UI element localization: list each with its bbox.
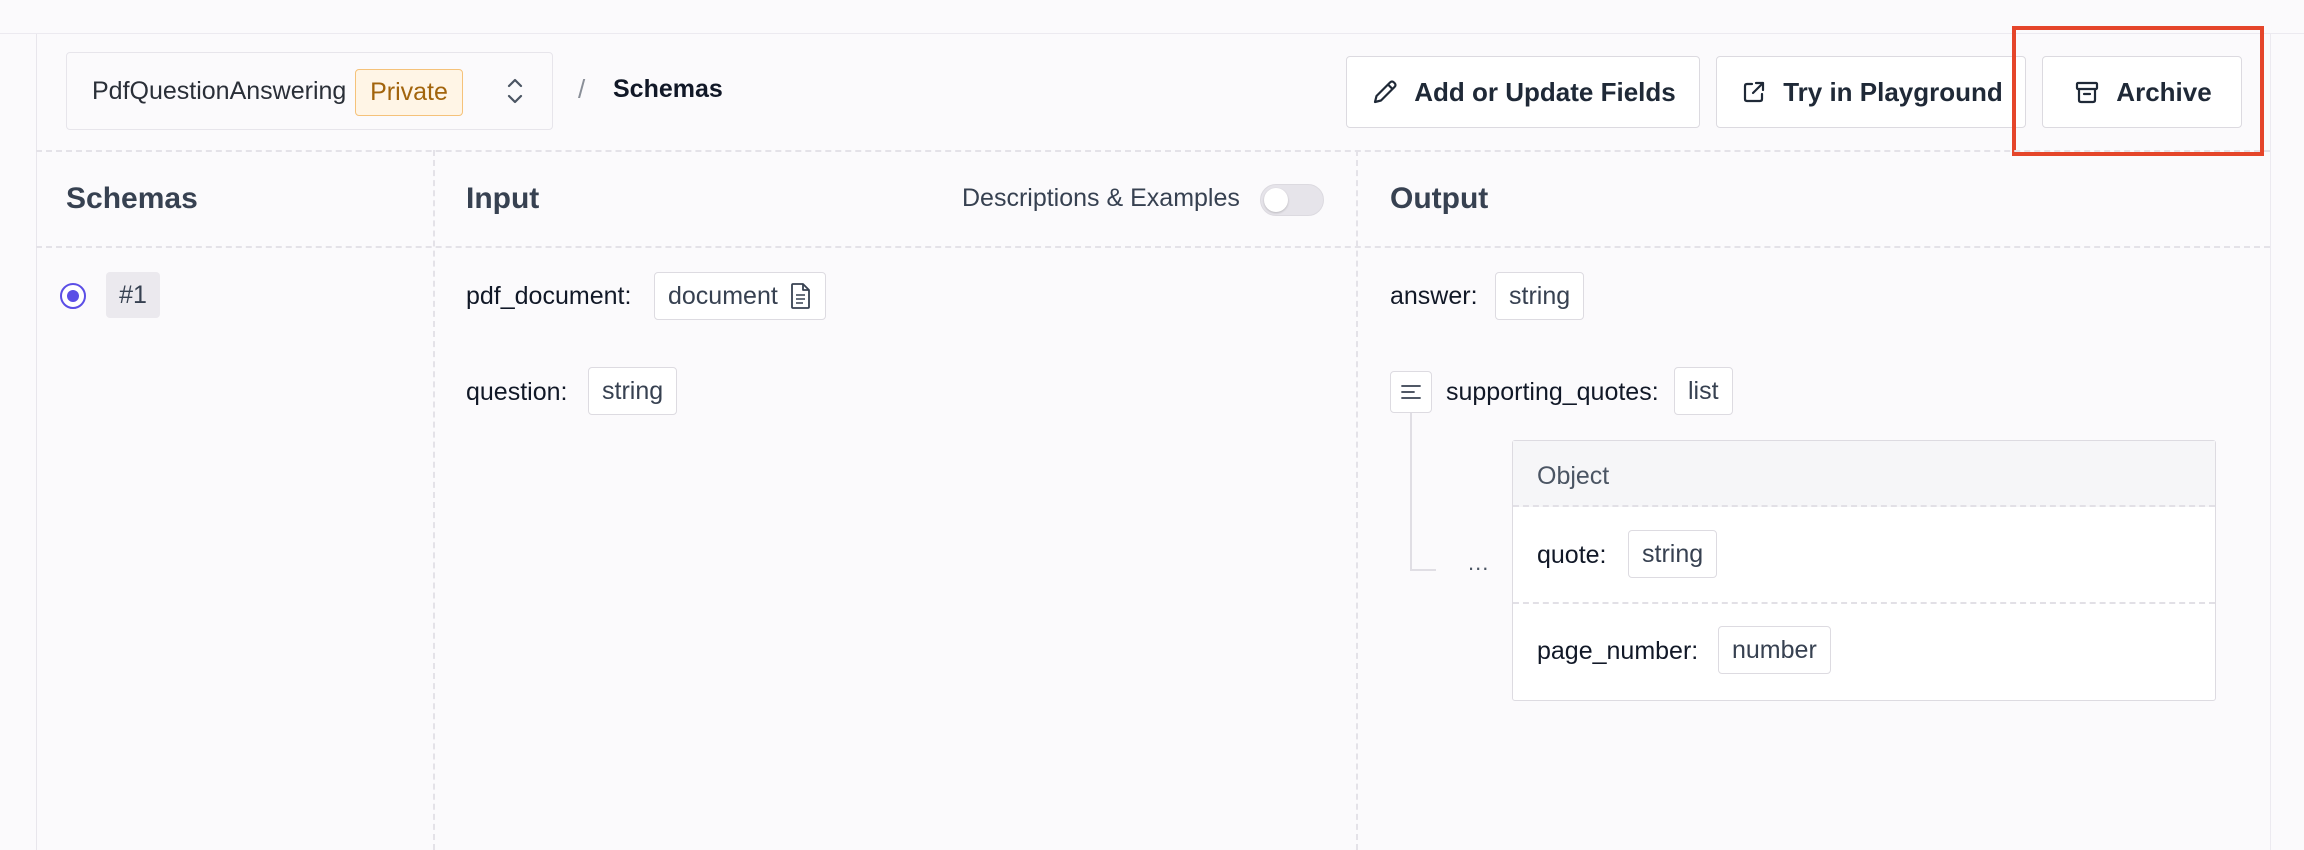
type-label: document — [668, 281, 778, 310]
object-header: Object — [1513, 441, 2215, 507]
schema-radio[interactable] — [60, 283, 86, 309]
archive-label: Archive — [2116, 76, 2212, 107]
list-item-marker: ... — [1468, 550, 1490, 575]
field-name: pdf_document: — [466, 282, 632, 310]
type-label: string — [1509, 281, 1571, 310]
field-name: question: — [466, 378, 568, 406]
input-panel-title: Input — [466, 182, 540, 215]
list-icon — [1401, 385, 1421, 399]
toggle-knob — [1264, 188, 1288, 212]
pencil-icon — [1374, 80, 1397, 104]
type-chip: string — [588, 367, 678, 415]
schemas-panel-title: Schemas — [66, 182, 198, 215]
right-rail — [2270, 34, 2271, 850]
tree-connector-vertical — [1410, 413, 1412, 569]
left-rail — [36, 34, 37, 850]
type-chip: document — [654, 272, 826, 320]
type-chip: number — [1718, 626, 1831, 674]
try-in-playground-label: Try in Playground — [1783, 76, 2003, 107]
breadcrumb-separator: / — [578, 74, 586, 104]
type-label: number — [1732, 635, 1817, 664]
type-chip: string — [1628, 530, 1718, 578]
page-header: PdfQuestionAnswering Private / Schemas A… — [36, 34, 2270, 150]
archive-box-icon — [2076, 81, 2099, 104]
column-header-divider — [36, 246, 2270, 248]
object-row-divider — [1513, 602, 2215, 604]
field-name: page_number: — [1537, 637, 1699, 665]
input-output-divider — [1356, 150, 1358, 850]
try-in-playground-button[interactable]: Try in Playground — [1716, 56, 2026, 128]
field-name: supporting_quotes: — [1446, 378, 1659, 406]
output-panel-title: Output — [1390, 182, 1489, 215]
add-update-fields-label: Add or Update Fields — [1414, 76, 1676, 107]
type-label: string — [1642, 539, 1704, 568]
list-collapse-button[interactable] — [1390, 371, 1432, 413]
type-label: list — [1688, 376, 1719, 405]
breadcrumb-current: Schemas — [613, 75, 723, 103]
chevron-up-down-icon[interactable] — [502, 75, 528, 107]
header-divider — [36, 150, 2270, 152]
type-chip: list — [1674, 367, 1733, 415]
project-name: PdfQuestionAnswering — [92, 77, 347, 105]
field-name: quote: — [1537, 541, 1607, 569]
external-link-icon — [1744, 81, 1765, 103]
object-card: Object quote: string page_number: number — [1512, 440, 2216, 701]
descriptions-toggle[interactable] — [1260, 184, 1324, 216]
document-icon — [790, 283, 810, 309]
type-chip: string — [1495, 272, 1585, 320]
descriptions-toggle-label: Descriptions & Examples — [962, 184, 1240, 212]
type-label: string — [602, 376, 664, 405]
top-strip — [0, 0, 2304, 34]
add-update-fields-button[interactable]: Add or Update Fields — [1346, 56, 1700, 128]
object-title: Object — [1537, 462, 1610, 490]
archive-button[interactable]: Archive — [2042, 56, 2242, 128]
project-switcher[interactable]: PdfQuestionAnswering Private — [66, 52, 553, 130]
schemas-input-divider — [433, 150, 435, 850]
schema-item[interactable]: #1 — [106, 272, 160, 318]
tree-connector-horizontal — [1410, 569, 1436, 571]
visibility-badge: Private — [355, 69, 463, 116]
field-name: answer: — [1390, 282, 1478, 310]
